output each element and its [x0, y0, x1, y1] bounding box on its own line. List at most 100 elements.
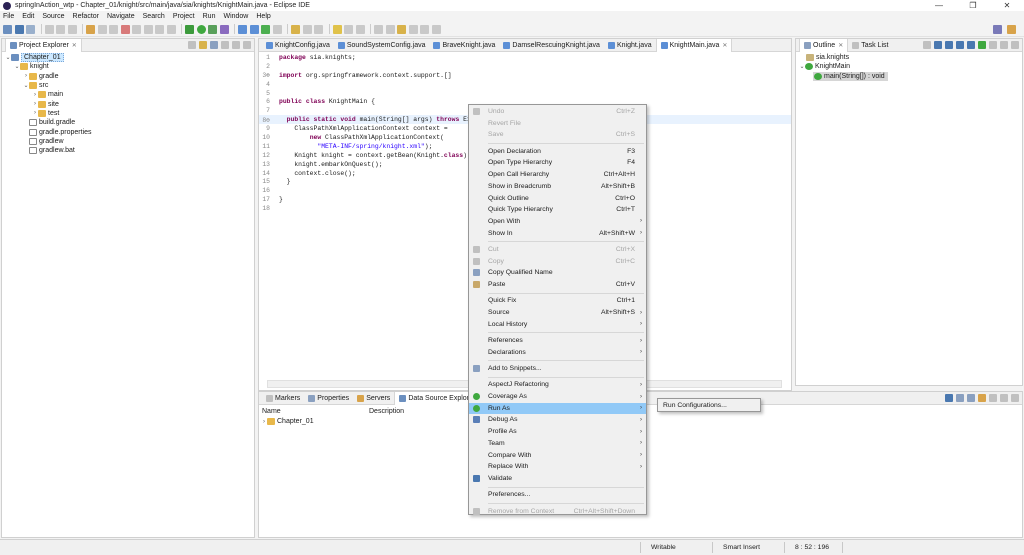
outline-package[interactable]: sia.knights	[796, 53, 1022, 62]
outline-method[interactable]: main(String[]) : void	[796, 71, 1022, 81]
run-configurations-item[interactable]: Run Configurations...	[663, 402, 727, 409]
collapse-all-icon[interactable]	[188, 41, 196, 49]
tab-outline[interactable]: Outline ✕	[799, 38, 849, 52]
tree-item[interactable]: ⌄ Chapter_01	[2, 53, 254, 63]
menu-item-paste[interactable]: Paste Ctrl+V	[469, 279, 646, 290]
menu-run[interactable]: Run	[203, 13, 216, 20]
hide-fields-icon[interactable]	[934, 41, 942, 49]
open-type-icon[interactable]	[291, 24, 300, 34]
save-icon[interactable]	[14, 24, 24, 34]
external-tools-icon[interactable]	[219, 24, 229, 34]
view-menu-icon[interactable]	[989, 41, 997, 49]
menu-item-source[interactable]: Source Alt+Shift+S ›	[469, 307, 646, 318]
menu-item-preferences[interactable]: Preferences...	[469, 489, 646, 500]
last-edit-location-icon[interactable]	[397, 24, 406, 34]
menu-item-open-declaration[interactable]: Open Declaration F3	[469, 146, 646, 157]
menu-navigate[interactable]: Navigate	[107, 13, 135, 20]
menu-item-profile-as[interactable]: Profile As ›	[469, 426, 646, 437]
focus-icon[interactable]	[978, 41, 986, 49]
menu-item-quick-type-hierarchy[interactable]: Quick Type Hierarchy Ctrl+T	[469, 204, 646, 215]
minimize-icon[interactable]	[1000, 394, 1008, 402]
tree-item[interactable]: gradlew.bat	[2, 146, 254, 155]
menu-item-copy-qualified-name[interactable]: Copy Qualified Name	[469, 267, 646, 278]
menu-item-coverage-as[interactable]: Coverage As ›	[469, 391, 646, 402]
menu-item-show-in[interactable]: Show In Alt+Shift+W ›	[469, 228, 646, 239]
menu-refactor[interactable]: Refactor	[73, 13, 99, 20]
menu-item-compare-with[interactable]: Compare With ›	[469, 450, 646, 461]
run-icon[interactable]	[196, 24, 206, 34]
new-interface-icon[interactable]	[272, 24, 282, 34]
new-java-project-icon[interactable]	[238, 24, 247, 34]
menu-item-show-in-breadcrumb[interactable]: Show in Breadcrumb Alt+Shift+B	[469, 181, 646, 192]
toggle-icon[interactable]	[56, 24, 65, 34]
toggle-mark-occurrences-icon[interactable]	[332, 24, 342, 34]
menu-item-open-type-hierarchy[interactable]: Open Type Hierarchy F4	[469, 157, 646, 168]
close-icon[interactable]: ✕	[838, 42, 843, 49]
hide-static-icon[interactable]	[945, 41, 953, 49]
editor-tab[interactable]: SoundSystemConfig.java	[334, 39, 430, 52]
column-description[interactable]: Description	[369, 408, 404, 415]
tree-item[interactable]: gradle.properties	[2, 127, 254, 136]
tab-properties[interactable]: Properties	[304, 392, 353, 405]
maximize-icon[interactable]	[243, 41, 251, 49]
menu-item-aspectj-refactoring[interactable]: AspectJ Refactoring ›	[469, 379, 646, 390]
perspective-icon[interactable]	[993, 25, 1002, 34]
tab-servers[interactable]: Servers	[353, 392, 394, 405]
menu-edit[interactable]: Edit	[22, 13, 34, 20]
pin-editor-icon[interactable]	[431, 24, 441, 34]
hide-non-public-icon[interactable]	[956, 41, 964, 49]
disconnect-icon[interactable]	[132, 24, 141, 34]
terminal-icon[interactable]	[67, 24, 77, 34]
tree-item[interactable]: › test	[2, 109, 254, 118]
outline-class[interactable]: ⌄ KnightMain	[796, 62, 1022, 71]
debug-icon[interactable]	[185, 24, 194, 34]
tab-project-explorer[interactable]: Project Explorer ✕	[5, 38, 82, 52]
editor-tab[interactable]: KnightConfig.java	[262, 39, 334, 52]
editor-tab[interactable]: BraveKnight.java	[429, 39, 499, 52]
menu-item-run-as[interactable]: Run As ›	[469, 402, 646, 414]
tree-item[interactable]: ⌄ knight	[2, 62, 254, 71]
collapse-icon[interactable]	[956, 394, 964, 402]
menu-item-add-to-snippets[interactable]: Add to Snippets...	[469, 363, 646, 374]
menu-help[interactable]: Help	[256, 13, 270, 20]
close-button[interactable]: ✕	[990, 0, 1024, 11]
save-all-icon[interactable]	[26, 24, 35, 34]
expand-icon[interactable]	[967, 394, 975, 402]
menu-item-references[interactable]: References ›	[469, 335, 646, 346]
menu-project[interactable]: Project	[173, 13, 195, 20]
menu-source[interactable]: Source	[42, 13, 64, 20]
menu-window[interactable]: Window	[223, 13, 248, 20]
menu-item-replace-with[interactable]: Replace With ›	[469, 461, 646, 472]
menu-item-team[interactable]: Team ›	[469, 438, 646, 449]
new-icon[interactable]	[3, 24, 12, 34]
show-whitespace-icon[interactable]	[355, 24, 365, 34]
new-class-icon[interactable]	[261, 24, 270, 34]
new-package-icon[interactable]	[249, 24, 259, 34]
minimize-icon[interactable]	[232, 41, 240, 49]
maximize-icon[interactable]	[1011, 41, 1019, 49]
menu-item-validate[interactable]: Validate	[469, 473, 646, 484]
new-connection-icon[interactable]	[945, 394, 953, 402]
tree-item[interactable]: gradlew	[2, 137, 254, 146]
step-into-icon[interactable]	[143, 24, 153, 34]
menu-item-quick-outline[interactable]: Quick Outline Ctrl+O	[469, 193, 646, 204]
sort-icon[interactable]	[923, 41, 931, 49]
tab-markers[interactable]: Markers	[262, 392, 304, 405]
menu-item-quick-fix[interactable]: Quick Fix Ctrl+1	[469, 295, 646, 306]
minimize-button[interactable]: —	[922, 0, 956, 11]
suspend-icon[interactable]	[109, 24, 118, 34]
view-menu-icon[interactable]	[221, 41, 229, 49]
tree-item[interactable]: build.gradle	[2, 118, 254, 127]
search-icon[interactable]	[314, 24, 323, 34]
skip-breakpoints-icon[interactable]	[86, 24, 95, 34]
resume-icon[interactable]	[97, 24, 107, 34]
maximize-button[interactable]: ❐	[956, 0, 990, 11]
maximize-icon[interactable]	[1011, 394, 1019, 402]
coverage-icon[interactable]	[208, 24, 217, 34]
terminate-icon[interactable]	[120, 24, 130, 34]
view-menu-icon[interactable]	[989, 394, 997, 402]
link-icon[interactable]	[978, 394, 986, 402]
open-task-icon[interactable]	[302, 24, 312, 34]
menu-item-declarations[interactable]: Declarations ›	[469, 347, 646, 358]
menu-item-open-with[interactable]: Open With ›	[469, 216, 646, 227]
